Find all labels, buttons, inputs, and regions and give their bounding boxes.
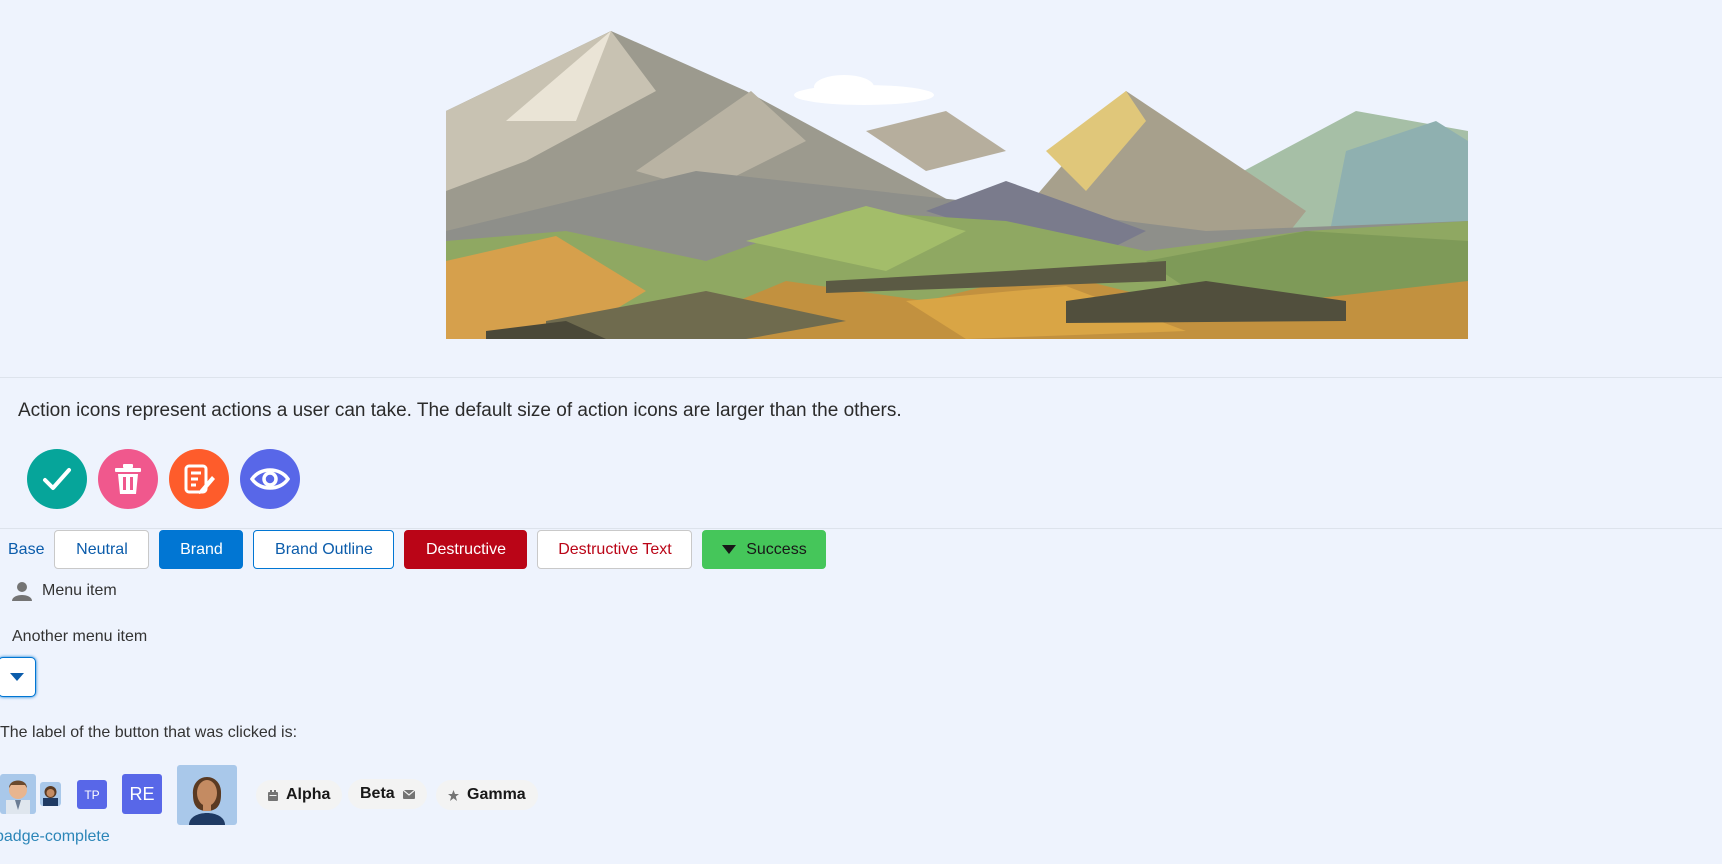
star-icon — [448, 789, 459, 801]
clicked-label-text: The label of the button that was clicked… — [0, 724, 298, 741]
badge-beta: Beta — [348, 779, 427, 809]
avatar-woman-large — [177, 765, 237, 825]
action-icons-description: Action icons represent actions a user ca… — [18, 400, 902, 421]
avatar-man — [0, 774, 36, 814]
user-icon — [12, 582, 32, 601]
badge-gamma-label: Gamma — [467, 786, 526, 803]
email-icon — [402, 789, 415, 799]
menu-item-label: Menu item — [42, 582, 117, 599]
edit-notes-icon[interactable] — [169, 449, 229, 509]
approval-icon[interactable] — [27, 449, 87, 509]
down-triangle-icon — [722, 544, 737, 554]
hero-image — [446, 31, 1468, 339]
action-icons-row — [27, 449, 300, 509]
destructive-text-button[interactable]: Destructive Text — [537, 530, 693, 569]
badge-gamma: Gamma — [436, 780, 538, 810]
badge-alpha: Alpha — [256, 780, 343, 810]
destructive-button[interactable]: Destructive — [404, 530, 528, 569]
base-button[interactable]: Base — [0, 530, 52, 569]
section-divider — [0, 377, 1722, 378]
badge-complete-text: badge-complete — [0, 828, 110, 845]
calendar-icon — [268, 789, 278, 801]
avatar-woman-small — [40, 782, 61, 806]
delete-icon[interactable] — [98, 449, 158, 509]
brand-outline-button[interactable]: Brand Outline — [253, 530, 395, 569]
menu-item[interactable]: Menu item — [12, 581, 117, 601]
success-button-label: Success — [746, 540, 807, 558]
dropdown-button[interactable] — [0, 657, 36, 697]
mountain-landscape-illustration — [446, 31, 1468, 339]
chevron-down-icon — [10, 672, 24, 681]
success-button[interactable]: Success — [702, 530, 827, 569]
badge-beta-label: Beta — [360, 785, 395, 802]
avatar-initials-large: RE — [122, 774, 162, 814]
badge-alpha-label: Alpha — [286, 786, 331, 803]
another-menu-item[interactable]: Another menu item — [12, 628, 147, 646]
neutral-button[interactable]: Neutral — [54, 530, 150, 569]
section-divider — [0, 528, 1722, 529]
preview-icon[interactable] — [240, 449, 300, 509]
button-row: Base Neutral Brand Brand Outline Destruc… — [0, 530, 836, 569]
avatar-initials-small: TP — [77, 780, 107, 809]
brand-button[interactable]: Brand — [159, 530, 244, 569]
